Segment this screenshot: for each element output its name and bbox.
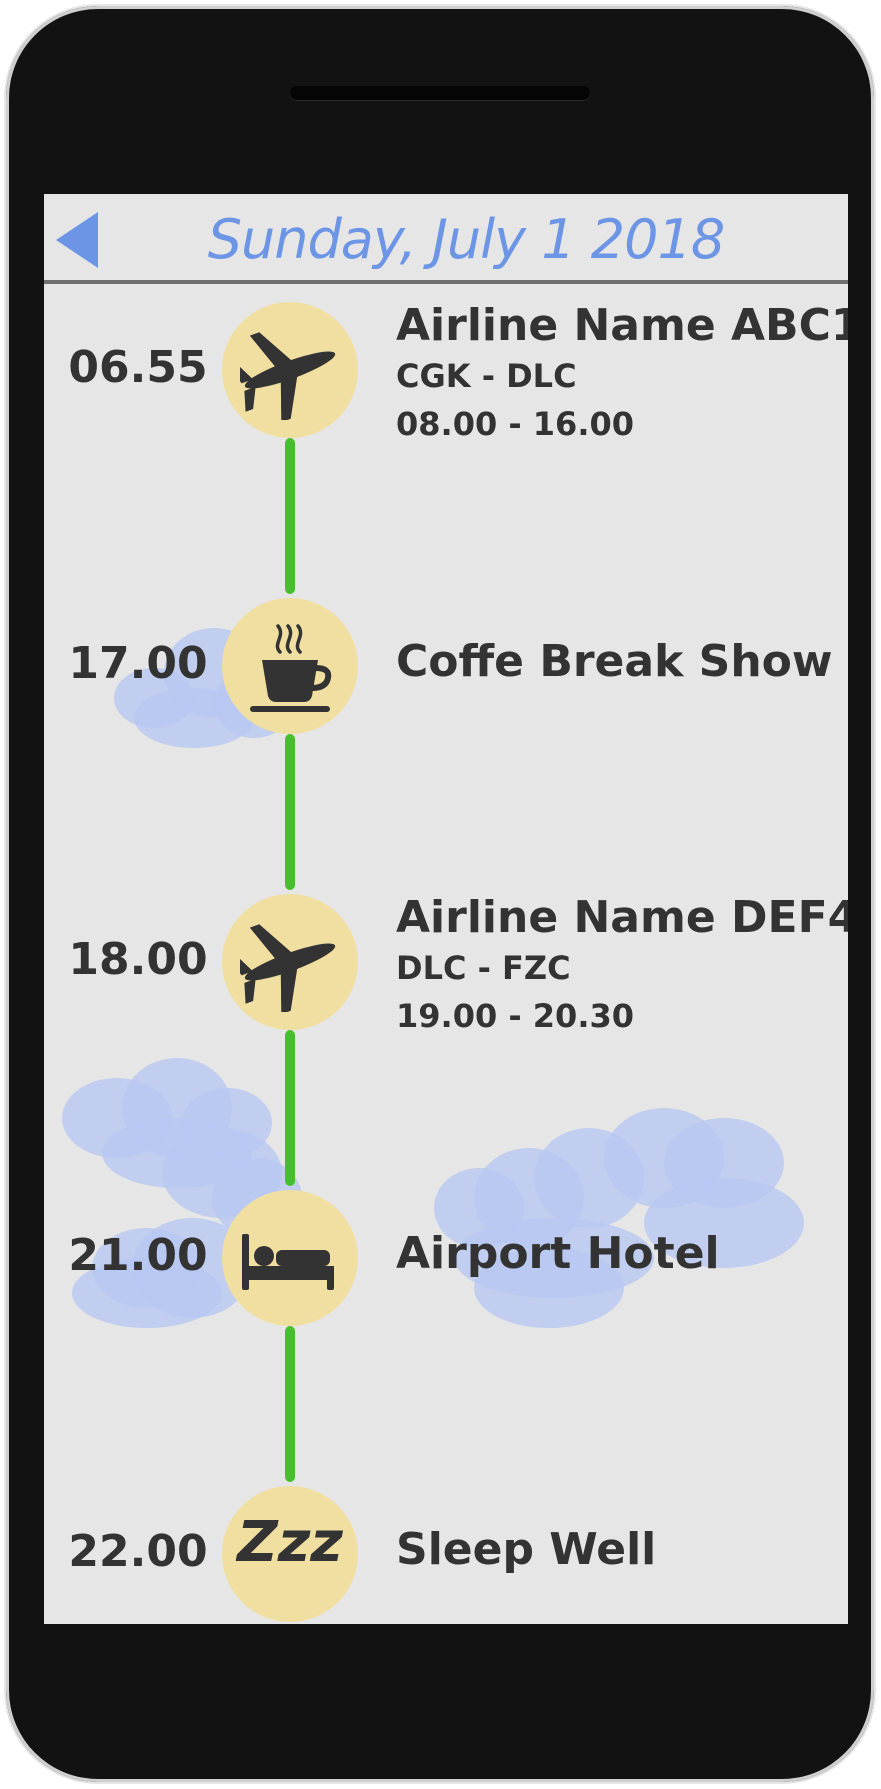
event-time: 21.00 — [68, 1230, 208, 1281]
event-badge: Zzz — [222, 1486, 358, 1622]
event-info: Coffe Break Show — [396, 636, 846, 688]
event-time: 06.55 — [68, 342, 208, 393]
timeline-item-flight-def456[interactable]: 18.00 Airline Name DEF456 DLC — [44, 892, 848, 1035]
event-info: Airline Name ABC123 CGK - DLC 08.00 - 16… — [396, 300, 848, 448]
timeline-item-airport-hotel[interactable]: 21.00 Airport Hotel — [44, 1188, 848, 1328]
event-info: Sleep Well — [396, 1524, 846, 1576]
event-name: Airline Name ABC123 — [396, 300, 848, 351]
timeline-connector — [285, 1030, 295, 1186]
flight-route: DLC - FZC — [396, 949, 571, 987]
event-info: Airport Hotel — [396, 1228, 846, 1280]
header-bar: Sunday, July 1 2018 — [44, 194, 848, 284]
timeline-connector — [285, 1326, 295, 1482]
timeline-item-sleep[interactable]: 22.00 Zzz Sleep Well — [44, 1484, 848, 1624]
flight-route: CGK - DLC — [396, 357, 577, 395]
flight-hours: 08.00 - 16.00 — [396, 405, 634, 443]
phone-frame: Sunday, July 1 2018 06.55 Airline Name A… — [6, 6, 874, 1782]
event-time: 17.00 — [68, 638, 208, 689]
event-time: 18.00 — [68, 934, 208, 985]
back-button[interactable] — [56, 212, 104, 268]
event-name: Sleep Well — [396, 1524, 657, 1575]
page-title: Sunday, July 1 2018 — [207, 208, 725, 271]
event-name: Coffe Break Show — [396, 636, 833, 687]
bed-icon — [242, 1234, 334, 1290]
timeline-connector — [285, 438, 295, 594]
event-badge — [222, 1190, 358, 1326]
screen: Sunday, July 1 2018 06.55 Airline Name A… — [44, 194, 848, 1624]
event-badge — [222, 598, 358, 734]
event-name: Airport Hotel — [396, 1228, 720, 1279]
airplane-icon — [240, 332, 336, 420]
timeline[interactable]: 06.55 Airline Name ABC123 CGK — [44, 288, 848, 1624]
event-badge — [222, 302, 358, 438]
timeline-item-flight-abc123[interactable]: 06.55 Airline Name ABC123 CGK — [44, 300, 848, 443]
back-arrow-icon — [56, 212, 98, 268]
flight-hours: 19.00 - 20.30 — [396, 997, 634, 1035]
event-time: 22.00 — [68, 1526, 208, 1577]
coffee-cup-icon — [250, 624, 332, 712]
timeline-item-coffee-break[interactable]: 17.00 Coffe Break Show — [44, 596, 848, 736]
event-badge — [222, 894, 358, 1030]
airplane-icon — [240, 924, 336, 1012]
zzz-icon: Zzz — [237, 1510, 343, 1575]
event-info: Airline Name DEF456 DLC - FZC 19.00 - 20… — [396, 892, 848, 1040]
timeline-connector — [285, 734, 295, 890]
event-name: Airline Name DEF456 — [396, 892, 848, 943]
phone-speaker — [290, 86, 590, 100]
